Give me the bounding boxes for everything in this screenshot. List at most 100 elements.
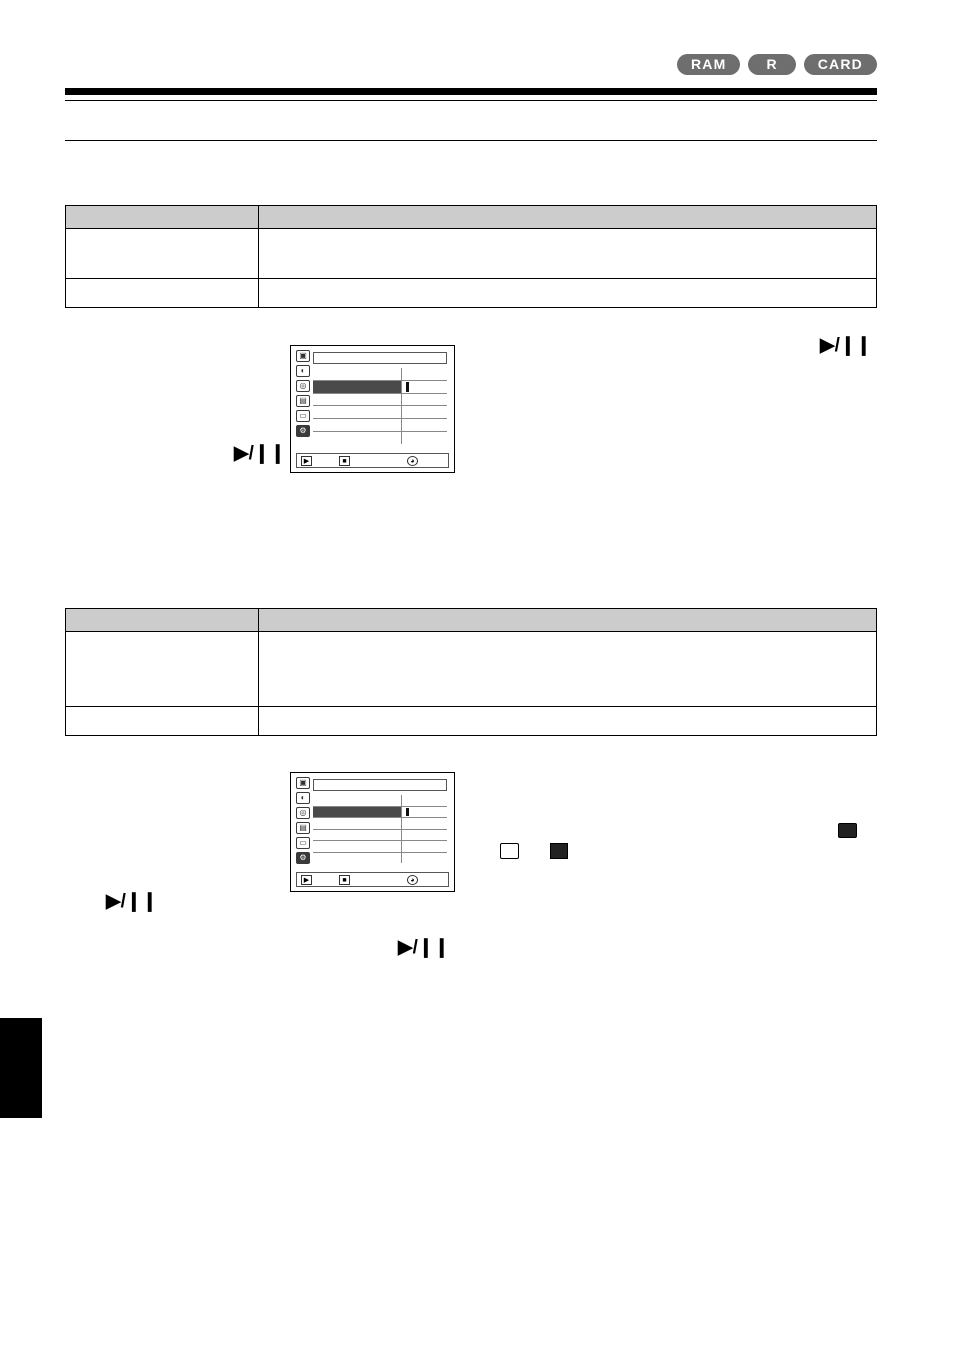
screen-icon-column: ▣ ◐ ◎ ▤ ▭ ⚙ [296,350,311,437]
play-icon[interactable]: ▶ [301,456,312,466]
header-rule-thick [65,88,877,95]
clock-icon[interactable]: ◕ [407,456,418,466]
menu-icon-display[interactable]: ▭ [296,837,310,849]
play-pause-symbol-center-2: ▶/❙❙ [398,937,450,958]
menu-row-value [401,852,447,863]
menu-row[interactable] [313,368,447,381]
screen-icon-column: ▣ ◐ ◎ ▤ ▭ ⚙ [296,777,311,864]
menu-row[interactable] [313,406,447,420]
header-rule-thin [65,100,877,101]
table-cell-desc [259,229,876,278]
table-cell-desc [259,707,876,735]
play-pause-symbol-left-1: ▶/❙❙ [234,443,286,464]
menu-row[interactable] [313,829,447,841]
menu-row-label [313,394,401,406]
menu-row-value [401,432,447,444]
menu-row-selected[interactable] [313,806,447,818]
menu-row-label [313,795,401,806]
screen-bottom-bar: ▶ ■ ◕ [296,872,449,887]
table-cell-desc [259,279,876,307]
menu-screen-1: ▣ ◐ ◎ ▤ ▭ ⚙ ▶ ■ ◕ [290,345,455,473]
menu-icon-camera[interactable]: ▣ [296,777,310,789]
menu-row-value [401,818,447,829]
table-cell-label [66,229,259,278]
badge-ram: RAM [676,54,741,75]
procedure-table-1 [65,205,877,308]
table-header-cell-2 [259,206,876,228]
menu-row-label [313,419,401,431]
menu-row[interactable] [313,419,447,433]
menu-row-label [313,841,401,852]
subheader-rule [65,140,877,141]
still-picture-icon [500,843,519,859]
menu-icon-card[interactable]: ▤ [296,822,310,834]
movie-camera-icon [838,823,857,838]
menu-row-label [313,380,401,393]
menu-row[interactable] [313,432,447,444]
menu-row-label [313,368,401,380]
menu-row-label [313,818,401,829]
menu-row-value [401,368,447,380]
table-row [66,632,876,707]
badge-r: R [748,54,796,75]
menu-row-label [313,830,401,841]
table-header-cell-1 [66,206,259,228]
menu-icon-camera[interactable]: ▣ [296,350,310,362]
menu-row-label [313,806,401,817]
menu-screen-2: ▣ ◐ ◎ ▤ ▭ ⚙ ▶ ■ ◕ [290,772,455,892]
menu-icon-card[interactable]: ▤ [296,395,310,407]
menu-icon-display[interactable]: ▭ [296,410,310,422]
selection-caret [406,807,409,816]
film-strip-icon [550,843,568,859]
menu-row-value [401,393,447,406]
stop-icon[interactable]: ■ [339,456,350,466]
menu-row-label [313,406,401,418]
stop-icon[interactable]: ■ [339,875,350,885]
media-badge-group: RAM R CARD [676,54,877,75]
table-header-cell-2 [259,609,876,631]
table-cell-label [66,707,259,735]
table-row [66,279,876,307]
menu-row-value [401,380,447,393]
table-header-cell-1 [66,609,259,631]
menu-row-label [313,432,401,444]
table-cell-label [66,632,259,706]
menu-row-value [401,419,447,432]
table-cell-desc [259,632,876,706]
play-icon[interactable]: ▶ [301,875,312,885]
menu-icon-disc[interactable]: ◎ [296,380,310,392]
page-edge-thumb-tab [0,1018,42,1118]
screen-menu-list [313,795,447,863]
selection-caret [406,381,409,392]
menu-row-selected[interactable] [313,380,447,394]
table-row [66,229,876,279]
menu-row-label [313,853,401,864]
menu-icon-disc[interactable]: ◎ [296,807,310,819]
table-header-row [66,609,876,632]
table-cell-label [66,279,259,307]
table-header-row [66,206,876,229]
screen-title-bar [313,779,447,791]
menu-row[interactable] [313,841,447,853]
menu-icon-brightness[interactable]: ◐ [296,365,310,377]
badge-card: CARD [803,54,877,75]
menu-row[interactable] [313,795,447,807]
menu-icon-settings[interactable]: ⚙ [296,425,310,437]
menu-row-value [401,841,447,852]
menu-icon-brightness[interactable]: ◐ [296,792,310,804]
table-row [66,707,876,735]
screen-title-bar [313,352,447,364]
screen-menu-list [313,368,447,444]
clock-icon[interactable]: ◕ [407,875,418,885]
menu-row-value [401,406,447,419]
play-pause-symbol-right-1: ▶/❙❙ [820,335,872,356]
menu-row-value [401,806,447,817]
menu-row-value [401,829,447,840]
menu-row[interactable] [313,393,447,407]
procedure-table-2 [65,608,877,736]
play-pause-symbol-left-2: ▶/❙❙ [106,891,158,912]
menu-row[interactable] [313,852,447,864]
menu-icon-settings[interactable]: ⚙ [296,852,310,864]
menu-row-value [401,795,447,806]
menu-row[interactable] [313,818,447,830]
